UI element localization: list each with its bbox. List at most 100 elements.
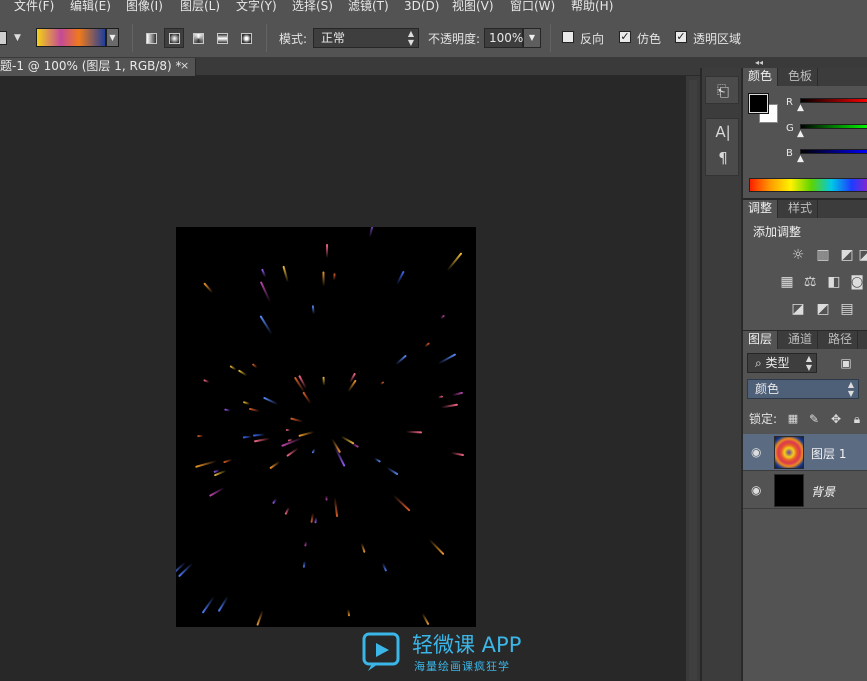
close-icon[interactable]: × — [180, 58, 192, 74]
panel-collapse-bar[interactable]: ◂◂ — [700, 58, 867, 68]
tool-preset-picker[interactable]: ▼ — [0, 29, 24, 47]
lock-all-icon[interactable]: 🔒︎ — [848, 411, 866, 427]
red-slider[interactable] — [800, 98, 867, 103]
document-canvas[interactable] — [176, 227, 476, 627]
mode-select[interactable]: 正常 ▲ ▼ — [313, 28, 419, 48]
scrollbar-thumb[interactable] — [689, 80, 697, 680]
layer-row[interactable]: ◉ 背景 — [743, 472, 867, 509]
vibrance-icon[interactable]: ▦ — [778, 274, 796, 290]
tab-color[interactable]: 颜色 — [743, 68, 779, 86]
visibility-eye-icon[interactable]: ◉ — [751, 445, 765, 459]
image-filter-icon[interactable]: ▣ — [837, 355, 855, 371]
diamond-gradient-button[interactable] — [236, 28, 256, 48]
menu-bar: 文件(F) 编辑(E) 图像(I) 图层(L) 文字(Y) 选择(S) 滤镜(T… — [0, 0, 867, 16]
curves-icon[interactable]: ◩ — [838, 247, 856, 263]
lock-transparent-icon[interactable]: ▦ — [784, 411, 802, 427]
document-tab[interactable]: 标题-1 @ 100% (图层 1, RGB/8) * × — [0, 58, 196, 76]
invert-icon[interactable]: ◪ — [789, 301, 807, 317]
light-streak — [441, 403, 459, 408]
search-icon: ⌕ — [755, 356, 766, 370]
light-streak — [421, 612, 430, 626]
red-slider-thumb[interactable]: ▲ — [797, 103, 804, 113]
dither-checkbox[interactable]: ✓ — [619, 31, 631, 43]
divider — [550, 24, 551, 52]
tab-adjustments[interactable]: 调整 — [743, 200, 779, 218]
menu-filter[interactable]: 滤镜(T) — [348, 0, 389, 16]
blue-slider-thumb[interactable]: ▲ — [797, 154, 804, 164]
history-icon[interactable]: ⎗ — [706, 82, 740, 100]
light-streak — [332, 273, 336, 281]
foreground-color-swatch[interactable] — [748, 93, 769, 114]
adjustments-panel: 调整 样式 添加调整 ☼ ▥ ◩ ◪ ▦ ⚖ ◧ ◙ ◪ ◩ ▤ — [743, 200, 867, 330]
menu-image[interactable]: 图像(I) — [126, 0, 163, 16]
layer-name: 背景 — [811, 485, 836, 499]
color-balance-icon[interactable]: ⚖ — [801, 274, 819, 290]
tab-swatches[interactable]: 色板 — [783, 68, 819, 86]
photo-filter-icon[interactable]: ◙ — [848, 274, 866, 290]
blue-channel-label: B — [786, 148, 793, 159]
vertical-scrollbar[interactable] — [686, 76, 700, 681]
brightness-icon[interactable]: ☼ — [789, 247, 807, 263]
watermark-title: 轻微课 APP — [412, 633, 522, 657]
light-streak — [194, 459, 217, 468]
light-streak — [283, 506, 290, 515]
linear-gradient-button[interactable] — [141, 28, 161, 48]
radial-gradient-button[interactable] — [164, 28, 184, 48]
menu-view[interactable]: 视图(V) — [452, 0, 494, 16]
layer-filter-select[interactable]: ⌕ 类型 ▲ ▼ — [747, 353, 817, 373]
light-streak — [249, 408, 261, 413]
menu-edit[interactable]: 编辑(E) — [70, 0, 111, 16]
menu-3d[interactable]: 3D(D) — [404, 0, 439, 16]
black-white-icon[interactable]: ◧ — [825, 274, 843, 290]
color-panel: 颜色 色板 R ▲ G ▲ B ▲ — [743, 68, 867, 198]
lock-move-icon[interactable]: ✥ — [827, 411, 845, 427]
light-streak — [322, 271, 325, 287]
watermark-subtitle: 海量绘画课疯狂学 — [414, 660, 510, 673]
light-streak — [303, 541, 307, 548]
menu-window[interactable]: 窗口(W) — [510, 0, 555, 16]
exposure-icon[interactable]: ◪ — [856, 247, 867, 263]
character-icon[interactable]: A| — [706, 123, 740, 141]
gradient-map-icon[interactable]: ▤ — [838, 301, 856, 317]
layers-panel: 图层 通道 路径 ⌕ 类型 ▲ ▼ ▣ 颜色 ▲ ▼ 锁定: ▦ ✎ ✥ 🔒︎ ◉ … — [743, 331, 867, 681]
gradient-picker-button[interactable]: ▼ — [106, 28, 119, 47]
tab-paths[interactable]: 路径 — [823, 331, 859, 349]
menu-layer[interactable]: 图层(L) — [180, 0, 220, 16]
updown-arrows-icon: ▲ ▼ — [407, 29, 414, 47]
opacity-input[interactable]: 100% — [484, 28, 523, 48]
light-streak — [406, 430, 423, 434]
levels-icon[interactable]: ▥ — [814, 247, 832, 263]
opacity-slider-button[interactable]: ▼ — [523, 28, 541, 48]
menu-help[interactable]: 帮助(H) — [571, 0, 613, 16]
green-slider-thumb[interactable]: ▲ — [797, 129, 804, 139]
reverse-checkbox[interactable] — [562, 31, 574, 43]
menu-type[interactable]: 文字(Y) — [236, 0, 277, 16]
light-streak — [350, 442, 359, 449]
tab-layers[interactable]: 图层 — [743, 331, 779, 349]
blue-slider[interactable] — [800, 149, 867, 154]
blend-mode-select[interactable]: 颜色 ▲ ▼ — [747, 379, 859, 399]
reflected-gradient-button[interactable] — [212, 28, 232, 48]
add-adjustment-title: 添加调整 — [753, 225, 802, 239]
color-spectrum-ramp[interactable] — [749, 178, 867, 192]
menu-file[interactable]: 文件(F) — [14, 0, 54, 16]
tab-channels[interactable]: 通道 — [783, 331, 819, 349]
posterize-icon[interactable]: ◩ — [814, 301, 832, 317]
gradient-preview[interactable] — [36, 28, 106, 47]
tab-styles[interactable]: 样式 — [783, 200, 819, 218]
visibility-eye-icon[interactable]: ◉ — [751, 483, 765, 497]
linear-gradient-icon — [146, 33, 157, 44]
angle-gradient-button[interactable] — [188, 28, 208, 48]
light-streak — [381, 562, 388, 572]
transparency-checkbox[interactable]: ✓ — [675, 31, 687, 43]
light-streak — [256, 610, 264, 626]
green-slider[interactable] — [800, 124, 867, 129]
lock-brush-icon[interactable]: ✎ — [805, 411, 823, 427]
light-streak — [311, 448, 316, 454]
paragraph-icon[interactable]: ¶ — [706, 149, 740, 167]
light-streak — [260, 280, 272, 303]
light-streak — [386, 466, 399, 476]
menu-select[interactable]: 选择(S) — [292, 0, 333, 16]
light-streak — [312, 305, 315, 314]
layer-row[interactable]: ◉ 图层 1 — [743, 434, 867, 471]
